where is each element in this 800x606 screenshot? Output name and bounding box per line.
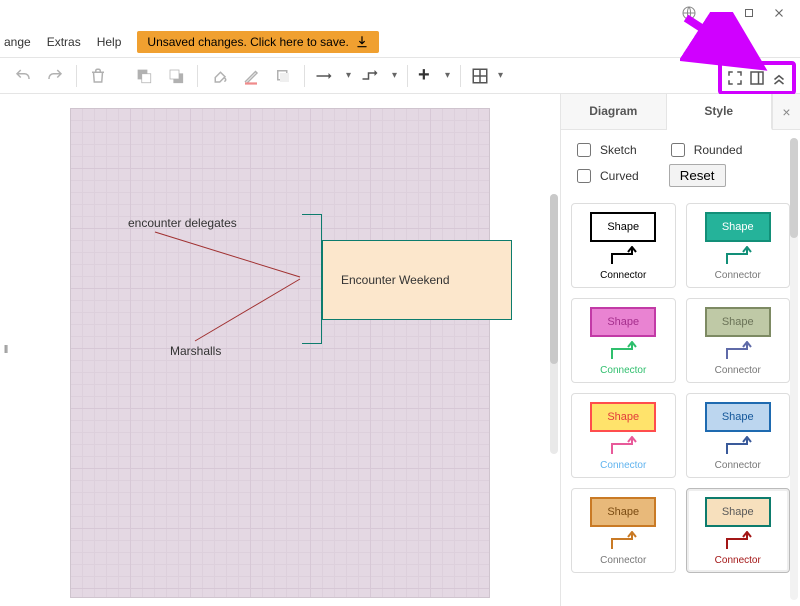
swatch-shape: Shape — [590, 307, 656, 337]
chevron-down-icon: ▾ — [392, 70, 397, 81]
delete-button[interactable] — [83, 62, 113, 90]
style-swatch[interactable]: Shape Connector — [686, 203, 791, 288]
redo-button[interactable] — [40, 62, 70, 90]
swatch-connector-label: Connector — [715, 460, 761, 471]
plus-icon: + — [418, 64, 430, 87]
swatch-connector-icon — [719, 244, 757, 266]
toolbar-separator — [460, 65, 461, 87]
menu-extras[interactable]: Extras — [47, 35, 81, 49]
swatch-connector-icon — [604, 434, 642, 456]
style-swatch[interactable]: Shape Connector — [686, 488, 791, 573]
style-swatch[interactable]: Shape Connector — [571, 393, 676, 478]
tab-style[interactable]: Style — [667, 94, 773, 130]
insert-dropdown[interactable]: +▾ — [414, 62, 454, 90]
tab-diagram[interactable]: Diagram — [561, 94, 667, 129]
chevron-down-icon: ▾ — [498, 70, 503, 81]
scrollbar-thumb[interactable] — [790, 138, 798, 238]
close-panel-button[interactable]: × — [772, 94, 800, 129]
shadow-button[interactable] — [268, 62, 298, 90]
globe-icon[interactable] — [674, 3, 704, 23]
canvas-label-delegates[interactable]: encounter delegates — [128, 216, 237, 230]
canvas-area[interactable]: ‖ encounter delegates Marshalls Encounte… — [0, 94, 560, 606]
unsaved-changes-chip[interactable]: Unsaved changes. Click here to save. — [137, 31, 378, 53]
style-swatch[interactable]: Shape Connector — [686, 393, 791, 478]
fullscreen-button[interactable] — [724, 67, 746, 89]
bracket-connector — [302, 214, 322, 344]
swatch-connector-label: Connector — [600, 460, 646, 471]
panel-scrollbar[interactable] — [790, 138, 798, 600]
style-swatch[interactable]: Shape Connector — [571, 488, 676, 573]
curved-label: Curved — [600, 169, 639, 183]
format-panel: Diagram Style × Sketch Rounded Curved Re… — [560, 94, 800, 606]
curved-checkbox[interactable]: Curved — [573, 166, 639, 186]
swatch-shape: Shape — [590, 212, 656, 242]
swatch-connector-label: Connector — [715, 555, 761, 566]
view-controls-highlight — [718, 61, 796, 95]
window-close-icon[interactable] — [764, 3, 794, 23]
swatch-connector-icon — [604, 529, 642, 551]
to-back-button[interactable] — [161, 62, 191, 90]
swatch-connector-label: Connector — [600, 555, 646, 566]
swatch-connector-icon — [719, 339, 757, 361]
download-icon — [355, 35, 369, 49]
left-ruler-handle[interactable]: ‖ — [0, 94, 13, 606]
swatch-shape: Shape — [705, 212, 771, 242]
node-title: Encounter Weekend — [341, 273, 450, 287]
sketch-label: Sketch — [600, 143, 637, 157]
window-minimize-icon[interactable] — [704, 3, 734, 23]
diagram-canvas[interactable]: encounter delegates Marshalls Encounter … — [70, 108, 490, 598]
swatch-connector-icon — [719, 529, 757, 551]
toolbar-separator — [197, 65, 198, 87]
reset-button[interactable]: Reset — [669, 164, 726, 187]
close-icon: × — [782, 104, 790, 120]
swatch-shape: Shape — [705, 402, 771, 432]
swatch-connector-icon — [719, 434, 757, 456]
rounded-checkbox[interactable]: Rounded — [667, 140, 743, 160]
sketch-checkbox[interactable]: Sketch — [573, 140, 637, 160]
swatch-connector-label: Connector — [715, 270, 761, 281]
swatch-connector-label: Connector — [600, 270, 646, 281]
style-swatch[interactable]: Shape Connector — [686, 298, 791, 383]
format-panel-toggle[interactable] — [746, 67, 768, 89]
toolbar-separator — [304, 65, 305, 87]
swatch-shape: Shape — [705, 307, 771, 337]
unsaved-changes-label: Unsaved changes. Click here to save. — [147, 35, 348, 49]
swatch-shape: Shape — [590, 402, 656, 432]
chevron-down-icon: ▾ — [445, 70, 450, 81]
chevron-down-icon: ▾ — [346, 70, 351, 81]
collapse-button[interactable] — [768, 67, 790, 89]
menu-help[interactable]: Help — [97, 35, 122, 49]
menu-arrange[interactable]: ange — [4, 35, 31, 49]
style-swatch[interactable]: Shape Connector — [571, 203, 676, 288]
table-dropdown[interactable]: ▾ — [467, 62, 507, 90]
waypoints-dropdown[interactable]: ▾ — [357, 62, 401, 90]
fill-color-button[interactable] — [204, 62, 234, 90]
node-encounter-weekend[interactable]: Encounter Weekend — [322, 240, 512, 320]
swatch-shape: Shape — [705, 497, 771, 527]
style-swatch[interactable]: Shape Connector — [571, 298, 676, 383]
line-color-button[interactable] — [236, 62, 266, 90]
toolbar-separator — [76, 65, 77, 87]
undo-button[interactable] — [8, 62, 38, 90]
rounded-label: Rounded — [694, 143, 743, 157]
to-front-button[interactable] — [129, 62, 159, 90]
swatch-connector-label: Connector — [715, 365, 761, 376]
canvas-label-marshalls[interactable]: Marshalls — [170, 344, 221, 358]
connection-style-dropdown[interactable]: ▾ — [311, 62, 355, 90]
window-maximize-icon[interactable] — [734, 3, 764, 23]
scrollbar-thumb[interactable] — [550, 194, 558, 364]
canvas-scrollbar[interactable] — [550, 194, 558, 454]
toolbar-separator — [407, 65, 408, 87]
swatch-connector-icon — [604, 244, 642, 266]
swatch-connector-label: Connector — [600, 365, 646, 376]
swatch-shape: Shape — [590, 497, 656, 527]
swatch-connector-icon — [604, 339, 642, 361]
